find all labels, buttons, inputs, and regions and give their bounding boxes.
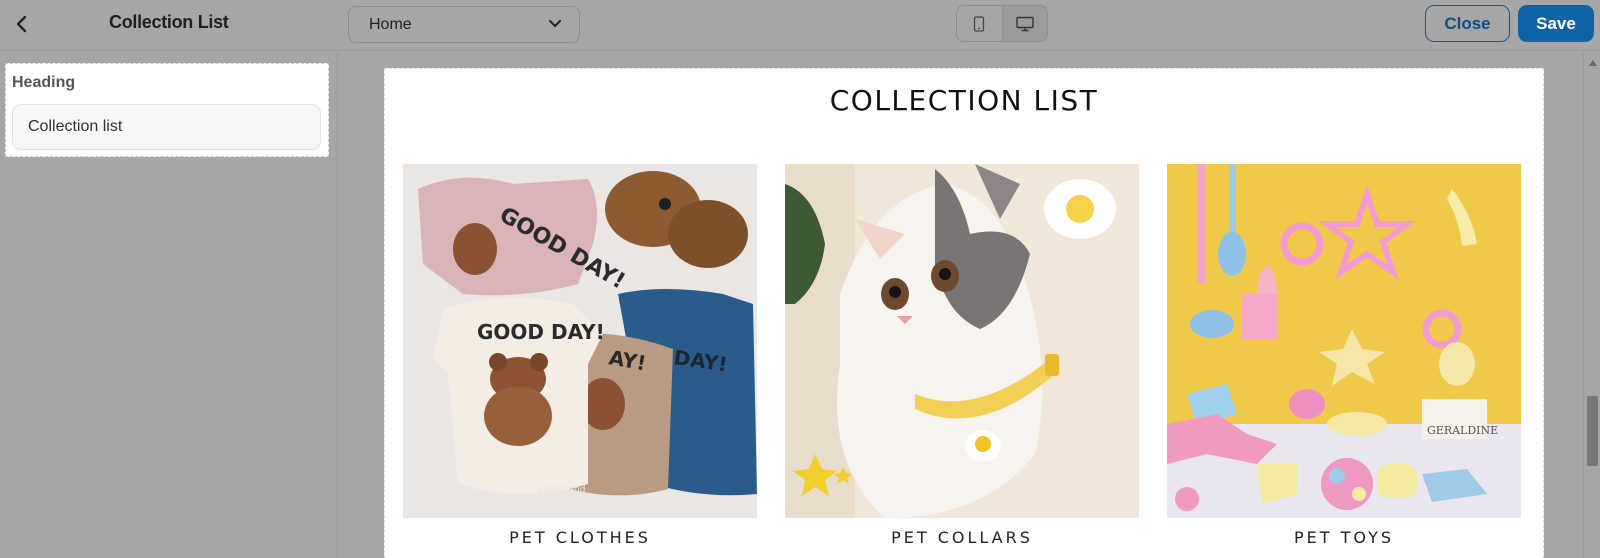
- mobile-icon: [974, 15, 985, 32]
- back-button[interactable]: [8, 10, 36, 38]
- mobile-view-button[interactable]: [957, 6, 1002, 41]
- svg-text:GOOD DAY!: GOOD DAY!: [477, 320, 605, 344]
- desktop-icon: [1016, 16, 1034, 31]
- collection-card-pet-toys[interactable]: GERALDINE PET TOYS: [1167, 164, 1521, 547]
- chevron-left-icon: [16, 15, 27, 33]
- pet-clothes-image: GOOD DAY! DAY! AY! GOOD DAY! peppyland: [403, 164, 757, 518]
- collection-card-title: PET TOYS: [1293, 528, 1395, 547]
- close-button[interactable]: Close: [1425, 5, 1510, 42]
- page-select[interactable]: Home: [348, 6, 580, 43]
- chevron-down-icon: [549, 20, 561, 28]
- save-button[interactable]: Save: [1518, 5, 1594, 42]
- heading-input[interactable]: [12, 104, 321, 150]
- device-toggle: [956, 5, 1048, 42]
- collection-card-pet-clothes[interactable]: GOOD DAY! DAY! AY! GOOD DAY! peppyland P…: [403, 164, 757, 547]
- collection-card-pet-collars[interactable]: PET COLLARS: [785, 164, 1139, 547]
- collection-card-title: PET CLOTHES: [509, 528, 651, 547]
- collection-list-section[interactable]: COLLECTION LIST GOOD DAY! DAY! AY! GOOD …: [384, 68, 1544, 558]
- heading-setting: Heading: [5, 63, 329, 157]
- svg-text:peppyland: peppyland: [538, 485, 585, 495]
- preview-canvas: COLLECTION LIST GOOD DAY! DAY! AY! GOOD …: [339, 52, 1583, 558]
- top-bar: Collection List Home Close Save: [0, 0, 1600, 51]
- svg-text:GERALDINE: GERALDINE: [1427, 424, 1498, 437]
- collection-heading: COLLECTION LIST: [829, 84, 1099, 117]
- scroll-up-button[interactable]: [1587, 58, 1598, 68]
- page-select-value: Home: [369, 15, 412, 33]
- triangle-up-icon: [1588, 60, 1597, 66]
- desktop-view-button[interactable]: [1001, 6, 1047, 41]
- pet-toys-image: GERALDINE: [1167, 164, 1521, 518]
- collection-card-title: PET COLLARS: [891, 528, 1033, 547]
- heading-setting-label: Heading: [12, 74, 76, 91]
- scroll-thumb[interactable]: [1587, 396, 1598, 466]
- pet-collars-image: [785, 164, 1139, 518]
- settings-sidebar: Heading: [0, 52, 338, 558]
- preview-scrollbar[interactable]: [1583, 52, 1600, 558]
- page-title: Collection List: [109, 12, 229, 32]
